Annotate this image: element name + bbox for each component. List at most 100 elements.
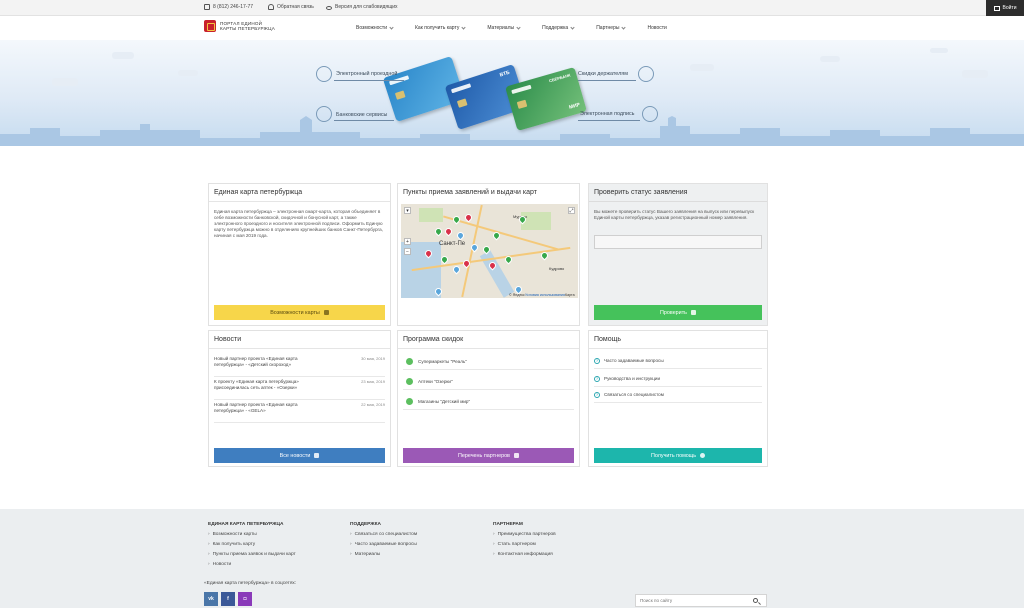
map-marker[interactable] <box>451 214 462 225</box>
nav-item-news[interactable]: Новости <box>647 25 666 31</box>
nav-item-partners[interactable]: Партнеры <box>596 24 627 31</box>
discount-partner-item[interactable]: Магазины "Детский мир" <box>403 393 574 410</box>
tag-icon <box>513 453 519 458</box>
panel-title: Пункты приема заявлений и выдачи карт <box>403 189 537 196</box>
hero-banner: ВТБ СБЕРБАНК МИР Электронный проездной Б… <box>0 40 1024 146</box>
feedback-link[interactable]: Обратная связь <box>268 4 314 10</box>
news-panel: Новости Новый партнер проекта «Единая ка… <box>208 330 391 467</box>
map-zoom-in-button[interactable]: + <box>404 238 411 245</box>
panel-title: Помощь <box>594 336 622 343</box>
question-icon: ? <box>594 375 600 382</box>
footer-link[interactable]: Стать партнером <box>493 542 556 547</box>
footer-link[interactable]: Пункты приема заявок и выдачи карт <box>208 552 296 557</box>
map-marker[interactable] <box>539 250 550 261</box>
check-status-button[interactable]: Проверить <box>594 305 762 320</box>
discount-partner-item[interactable]: Супермаркеты "Реаль" <box>403 353 574 370</box>
facebook-icon[interactable]: f <box>221 592 235 606</box>
map-district-label: Кудрово <box>549 266 565 271</box>
header: ПОРТАЛ ЕДИНОЙ КАРТЫ ПЕТЕРБУРЖЦА Возможно… <box>0 16 1024 40</box>
social-caption: «Единая карта петербуржца» в соцсетях: <box>204 581 297 586</box>
nav-item-how-to-get[interactable]: Как получить карту <box>415 24 466 31</box>
map-terms-link[interactable]: Условия использования <box>525 293 565 297</box>
nav-item-materials[interactable]: Материалы <box>487 24 521 31</box>
banner-label-bank: Банковские сервисы <box>336 112 388 118</box>
news-item[interactable]: Новый партнер проекта «Единая карта пете… <box>214 402 385 423</box>
map-city-label: Санкт-Пе <box>439 241 466 247</box>
footer-link[interactable]: Часто задаваемые вопросы <box>350 542 417 547</box>
map-marker[interactable] <box>451 264 462 275</box>
help-panel: Помощь ? Часто задаваемые вопросы ? Руково… <box>588 330 768 467</box>
chevron-down-icon <box>570 24 575 30</box>
main-nav: Возможности Как получить карту Материалы… <box>356 24 689 31</box>
news-date: 30 мая, 2019 <box>361 356 385 361</box>
card-chip-icon <box>394 90 406 100</box>
application-number-input[interactable] <box>594 235 762 249</box>
news-date: 23 мая, 2019 <box>361 379 385 384</box>
news-item[interactable]: Новый партнер проекта «Единая карта пете… <box>214 356 385 377</box>
footer-link[interactable]: Материалы <box>350 552 417 557</box>
card-chip-icon <box>456 98 468 108</box>
card-features-button[interactable]: Возможности карты <box>214 305 385 320</box>
footer-link[interactable]: Связаться со специалистом <box>350 532 418 537</box>
points-map[interactable]: Санкт-Пе Кудрово Мурино ▾ ⤢ + − © Яндекс… <box>401 204 578 298</box>
login-label: Войти <box>1002 5 1017 11</box>
phone-icon <box>204 4 210 10</box>
headset-icon <box>268 4 274 10</box>
monitor-icon <box>993 5 1000 11</box>
footer-link[interactable]: Возможности карты <box>208 532 296 537</box>
footer-column-card: ЕДИНАЯ КАРТА ПЕТЕРБУРЖЦА Возможности кар… <box>208 522 296 572</box>
cloud-shape <box>52 78 78 86</box>
help-link-faq[interactable]: ? Часто задаваемые вопросы <box>594 353 762 369</box>
discount-tag-icon <box>638 66 654 82</box>
map-marker[interactable] <box>433 226 444 237</box>
nav-item-features[interactable]: Возможности <box>356 24 394 31</box>
feedback-label: Обратная связь <box>277 4 314 10</box>
accessible-version-link[interactable]: Версия для слабовидящих <box>326 4 398 10</box>
info-icon <box>700 453 706 458</box>
footer-link[interactable]: Как получить карту <box>208 542 296 547</box>
instagram-icon[interactable]: ◘ <box>238 592 252 606</box>
banner-label-signature: Электронная подпись <box>580 111 635 117</box>
cloud-shape <box>962 70 988 78</box>
news-icon <box>314 453 320 458</box>
signature-icon <box>642 106 658 122</box>
tag-icon <box>406 377 413 385</box>
footer-link[interactable]: Новости <box>208 562 296 567</box>
map-fullscreen-button[interactable]: ⤢ <box>568 207 575 214</box>
login-button[interactable]: Войти <box>986 0 1024 16</box>
card-description: Единая карта петербуржца – электронная с… <box>214 209 383 238</box>
nav-item-support[interactable]: Поддержка <box>542 24 575 31</box>
site-logo[interactable]: ПОРТАЛ ЕДИНОЙ КАРТЫ ПЕТЕРБУРЖЦА <box>204 20 275 32</box>
partners-list-button[interactable]: Перечень партнеров <box>403 448 574 463</box>
all-news-button[interactable]: Все новости <box>214 448 385 463</box>
footer-column-support: ПОДДЕРЖКА Связаться со специалистом Част… <box>350 522 417 562</box>
vk-icon[interactable]: vk <box>204 592 218 606</box>
search-icon[interactable] <box>753 598 758 603</box>
search-input[interactable] <box>636 595 746 606</box>
map-marker[interactable] <box>455 230 466 241</box>
map-marker[interactable] <box>443 226 454 237</box>
chevron-down-icon <box>516 24 521 30</box>
news-item[interactable]: К проекту «Единая карта петербуржца» при… <box>214 379 385 400</box>
question-icon: ? <box>594 357 600 364</box>
discount-program-panel: Программа скидок Супермаркеты "Реаль" Ап… <box>397 330 580 467</box>
footer-heading: ПОДДЕРЖКА <box>350 522 382 527</box>
help-link-guides[interactable]: ? Руководства и инструкции <box>594 371 762 387</box>
footer-link[interactable]: Контактная информация <box>493 552 556 557</box>
map-zoom-out-button[interactable]: − <box>404 248 411 255</box>
card-chip-icon <box>516 99 528 109</box>
discount-partner-item[interactable]: Аптеки "Озерки" <box>403 373 574 390</box>
footer-heading: ЕДИНАЯ КАРТА ПЕТЕРБУРЖЦА <box>208 522 284 527</box>
help-link-contact[interactable]: ? Связаться со специалистом <box>594 387 762 403</box>
card-mir-logo: МИР <box>568 101 581 111</box>
cloud-shape <box>178 70 198 76</box>
issuance-points-panel: Пункты приема заявлений и выдачи карт Са… <box>397 183 580 326</box>
get-help-button[interactable]: Получить помощь <box>594 448 762 463</box>
card-brand-vtb: ВТБ <box>499 69 511 79</box>
panel-title: Проверить статус заявления <box>594 189 688 196</box>
cloud-shape <box>690 64 714 71</box>
footer-link[interactable]: Преимущества партнеров <box>493 532 556 537</box>
phone-link[interactable]: 8 (812) 246-17-77 <box>204 4 253 10</box>
news-headline: К проекту «Единая карта петербуржца» при… <box>214 379 299 390</box>
map-locate-button[interactable]: ▾ <box>404 207 411 214</box>
